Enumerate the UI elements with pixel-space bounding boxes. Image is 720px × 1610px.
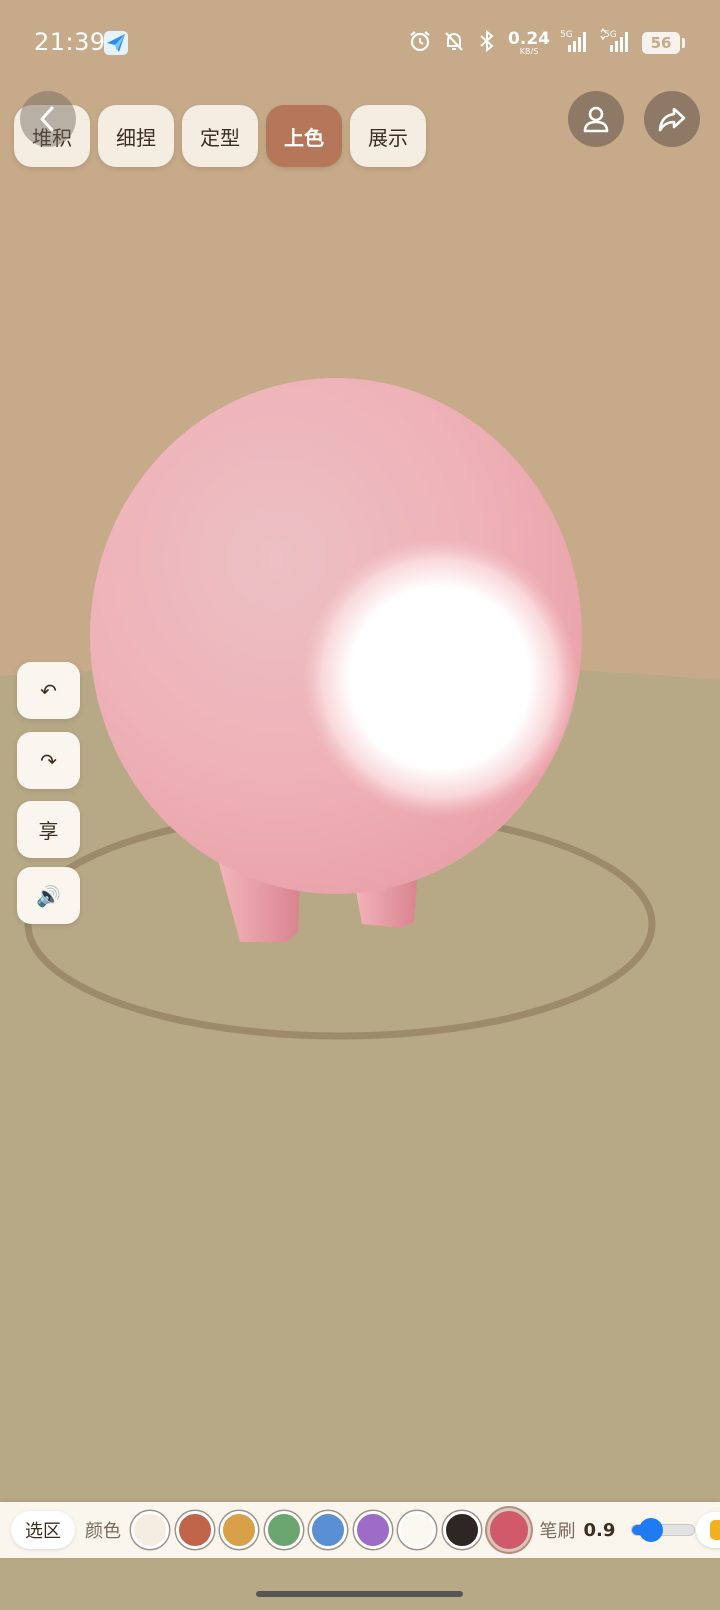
back-button[interactable]	[20, 91, 76, 147]
color-swatch[interactable]	[175, 1511, 214, 1549]
signal-1-label: 5G	[560, 30, 573, 40]
home-indicator	[256, 1591, 463, 1597]
slider-knob[interactable]	[638, 1518, 663, 1542]
redo-button[interactable]: ↷	[17, 732, 80, 789]
status-time: 21:39	[34, 28, 106, 56]
color-swatch[interactable]	[220, 1511, 258, 1549]
tab-color[interactable]: 上色	[266, 105, 342, 167]
share-icon	[658, 107, 686, 132]
signal-2-label: 5G	[604, 30, 617, 40]
speaker-icon: 🔊	[36, 883, 61, 908]
tab-display[interactable]: 展示	[350, 105, 426, 167]
tab-sculpt[interactable]: 细捏	[98, 105, 174, 167]
battery-icon: 56	[642, 32, 685, 54]
viewport-3d[interactable]	[0, 0, 720, 1610]
color-swatch[interactable]	[131, 1511, 169, 1549]
brush-label: 笔刷	[539, 1521, 576, 1542]
net-speed-unit: KB/S	[519, 46, 539, 56]
network-speed: 0.24 KB/S	[508, 28, 550, 56]
brush-size-value: 0.9	[583, 1519, 616, 1541]
bottom-toolbar: 选区 颜色 笔刷 0.9	[0, 1502, 720, 1558]
select-region-button[interactable]: 选区	[11, 1511, 75, 1549]
share-tool-label: 享	[38, 819, 59, 843]
bell-off-icon	[442, 29, 466, 57]
undo-icon: ↶	[40, 678, 57, 703]
profile-button[interactable]	[568, 91, 624, 147]
chevron-left-icon	[40, 106, 54, 132]
share-button[interactable]	[644, 91, 700, 147]
signal-icon: 5G	[560, 28, 590, 58]
redo-icon: ↷	[40, 748, 57, 773]
color-swatch[interactable]	[442, 1511, 481, 1549]
color-swatch-selected[interactable]	[487, 1508, 531, 1552]
status-icons: 0.24 KB/S 5G 5G 56	[408, 27, 685, 58]
color-swatch[interactable]	[398, 1511, 436, 1549]
sound-button[interactable]: 🔊	[17, 867, 80, 924]
undo-button[interactable]: ↶	[17, 662, 80, 719]
hand-icon	[710, 1520, 720, 1540]
alarm-icon	[408, 29, 432, 57]
hand-tool-button[interactable]	[696, 1512, 720, 1548]
bluetooth-icon	[476, 29, 498, 57]
tab-shape[interactable]: 定型	[182, 105, 258, 167]
color-swatch[interactable]	[353, 1511, 392, 1549]
mode-tabs: 堆积 细捏 定型 上色 展示	[14, 105, 426, 167]
status-bar: 21:39 0.24 KB/S 5G 5G 56	[0, 0, 720, 86]
share-tool-button[interactable]: 享	[17, 801, 80, 858]
brush-size-slider[interactable]	[631, 1518, 696, 1542]
net-speed-value: 0.24	[508, 28, 550, 49]
signal-icon: 5G	[600, 27, 632, 58]
scene-canvas	[0, 378, 720, 1610]
user-icon	[583, 106, 609, 133]
color-swatch[interactable]	[309, 1511, 347, 1549]
app-notification-icon	[104, 31, 128, 55]
color-label: 颜色	[85, 1521, 121, 1542]
color-swatch[interactable]	[264, 1511, 303, 1549]
